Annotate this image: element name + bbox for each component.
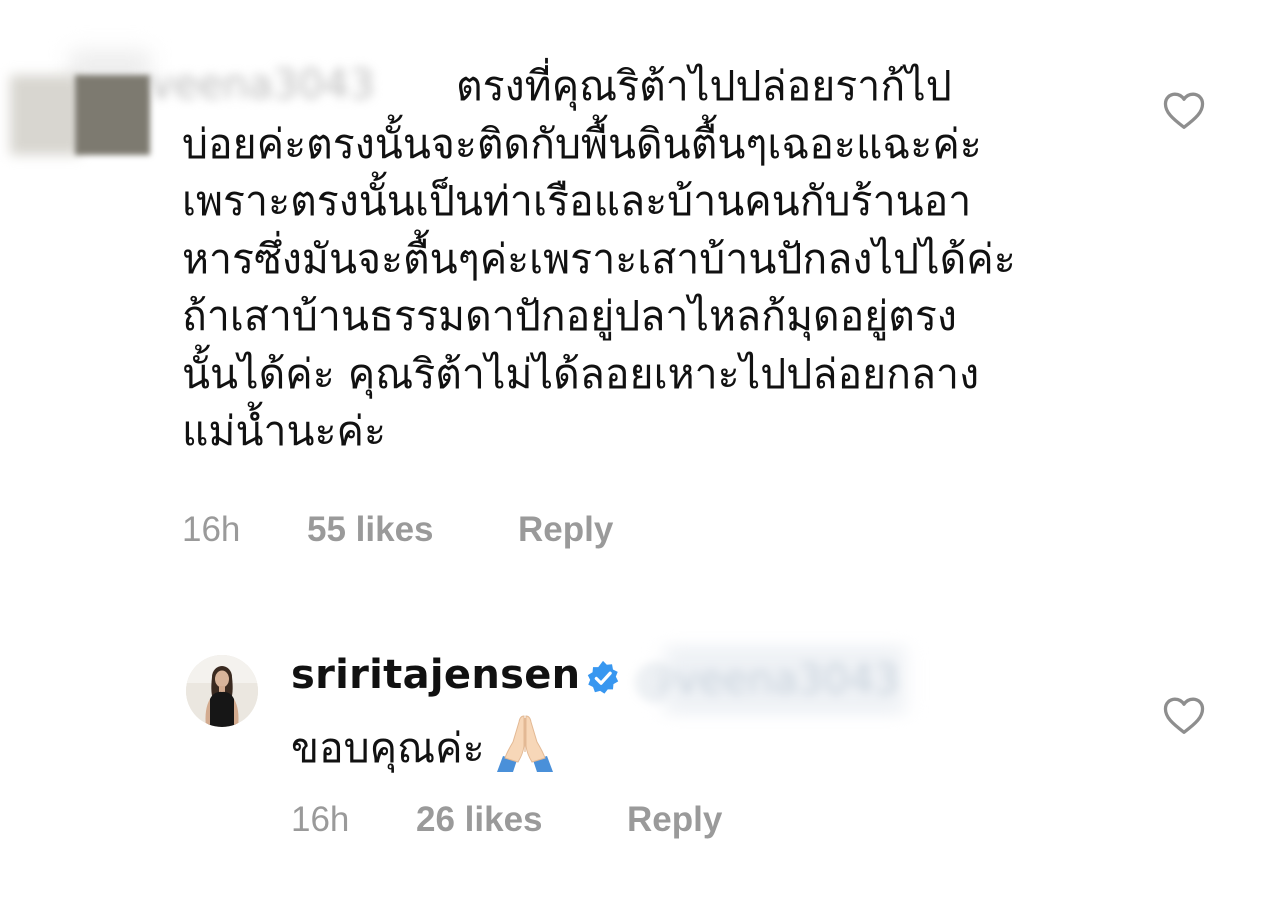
verified-badge-icon	[584, 659, 622, 697]
comment-text-line: หารซึ่งมันจะตื้นๆค่ะเพราะเสาบ้านปักลงไปไ…	[182, 234, 1016, 283]
avatar[interactable]	[186, 655, 258, 727]
like-heart-icon[interactable]	[1162, 695, 1206, 735]
comment-text-line: แม่น้ำนะค่ะ	[182, 407, 386, 455]
heart-outline-icon	[1163, 697, 1205, 734]
reply-timestamp: 16h	[291, 800, 350, 839]
comment-text-line: นั้นได้ค่ะ คุณริต้าไม่ได้ลอยเหาะไปปล่อยก…	[182, 349, 980, 398]
like-heart-icon[interactable]	[1162, 90, 1206, 130]
comment-text-line: ถ้าเสาบ้านธรรมดาปักอยู่ปลาไหลก้มุดอยู่ตร…	[182, 292, 957, 340]
reply-likes-count[interactable]: 26 likes	[416, 800, 543, 840]
blurred-avatar[interactable]	[0, 40, 150, 190]
blurred-mention[interactable]: @veena3043	[625, 640, 935, 720]
comment-text-line: ตรงที่คุณริต้าไปปล่อยราก้ไป	[456, 62, 952, 110]
reply-text-content: ขอบคุณค่ะ	[291, 724, 485, 772]
reply-text: ขอบคุณค่ะ	[291, 712, 557, 777]
folded-hands-emoji	[493, 712, 557, 774]
comments-thread: veena3043 ตรงที่คุณริต้าไปปล่อยราก้ไป บ่…	[0, 0, 1280, 918]
comment-text-line: เพราะตรงนั้นเป็นท่าเรือและบ้านคนกับร้านอ…	[182, 177, 972, 225]
reply-button[interactable]: Reply	[518, 510, 613, 550]
comment-text: ตรงที่คุณริต้าไปปล่อยราก้ไป บ่อยค่ะตรงนั…	[182, 58, 1082, 461]
reply-username[interactable]: sriritajensen	[291, 652, 580, 698]
profile-photo	[186, 655, 258, 727]
heart-outline-icon	[1163, 92, 1205, 129]
comment-timestamp: 16h	[182, 510, 241, 549]
comment-likes-count[interactable]: 55 likes	[307, 510, 434, 550]
comment-text-line: บ่อยค่ะตรงนั้นจะติดกับพื้นดินตื้นๆเฉอะแฉ…	[182, 119, 982, 168]
reply-button[interactable]: Reply	[627, 800, 722, 840]
